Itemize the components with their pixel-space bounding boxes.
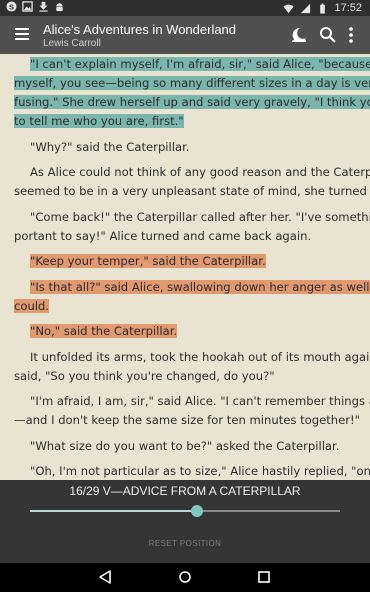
system-nav-bar bbox=[0, 563, 370, 592]
text-line: It unfolded its arms, took the hookah ou… bbox=[30, 349, 370, 364]
text-line: "No," said the Caterpillar. bbox=[30, 324, 178, 338]
text-line: portant to say!" Alice turned and came b… bbox=[14, 228, 312, 243]
text-line: seemed to be in a very unpleasant state … bbox=[14, 184, 370, 198]
system-icons: 17:52 bbox=[283, 1, 362, 15]
book-author: Lewis Carroll bbox=[43, 38, 101, 49]
paragraph: "Come back!" the Caterpillar called afte… bbox=[14, 208, 370, 246]
navigation-panel: 16/29 V—ADVICE FROM A CATERPILLAR RESET … bbox=[0, 480, 370, 563]
text-line: "Is that all?" said Alice, swallowing do… bbox=[14, 278, 370, 297]
chapter-indicator: 16/29 V—ADVICE FROM A CATERPILLAR bbox=[69, 484, 301, 498]
svg-text:S: S bbox=[9, 2, 14, 11]
text-line: "I can't explain myself, I'm afraid, sir… bbox=[14, 55, 370, 74]
battery-icon bbox=[320, 3, 326, 14]
paragraph: "Is that all?" said Alice, swallowing do… bbox=[14, 278, 370, 316]
paragraph: "I'm afraid, I am, sir," said Alice. "I … bbox=[14, 392, 370, 430]
paragraph: "Keep your temper," said the Caterpillar… bbox=[14, 252, 356, 271]
android-icon bbox=[56, 3, 63, 12]
overflow-menu-icon[interactable] bbox=[341, 25, 361, 45]
reset-position-button[interactable]: RESET POSITION bbox=[0, 539, 370, 548]
text-line: myself, you see—being so many different … bbox=[14, 74, 370, 93]
notification-icons: S bbox=[6, 1, 65, 12]
text-line: —and I don't keep the same size for ten … bbox=[14, 413, 361, 427]
back-icon[interactable] bbox=[97, 569, 113, 585]
paragraph: It unfolded its arms, took the hookah ou… bbox=[14, 348, 370, 386]
skype-icon: S bbox=[6, 1, 17, 12]
paragraph: "Why?" said the Caterpillar. bbox=[14, 138, 356, 157]
signal-icon bbox=[301, 3, 311, 13]
image-icon bbox=[22, 1, 33, 12]
night-mode-icon[interactable] bbox=[289, 25, 309, 45]
wifi-icon bbox=[283, 4, 295, 13]
text-line: said, "So you think you're changed, do y… bbox=[14, 368, 275, 383]
text-line: fusing." She drew herself up and said ve… bbox=[14, 93, 370, 112]
recents-icon[interactable] bbox=[256, 569, 272, 585]
text-line: "Keep your temper," said the Caterpillar… bbox=[30, 254, 266, 268]
paragraph: "I can't explain myself, I'm afraid, sir… bbox=[14, 55, 370, 131]
download-icon bbox=[39, 1, 48, 12]
text-line: "Oh, I'm not particular as to size," Ali… bbox=[30, 464, 370, 478]
book-page[interactable]: "I can't explain myself, I'm afraid, sir… bbox=[0, 54, 370, 480]
paragraph: "Oh, I'm not particular as to size," Ali… bbox=[14, 462, 370, 480]
search-icon[interactable] bbox=[318, 25, 338, 45]
clock: 17:52 bbox=[334, 2, 362, 14]
paragraph: "What size do you want to be?" asked the… bbox=[14, 437, 356, 456]
text-line: could. bbox=[14, 298, 50, 313]
text-line: As Alice could not think of any good rea… bbox=[30, 165, 370, 179]
status-bar: S 17:52 bbox=[0, 0, 370, 16]
app-bar: Alice's Adventures in Wonderland Lewis C… bbox=[0, 16, 370, 54]
paragraph: "No," said the Caterpillar. bbox=[14, 322, 356, 341]
text-line: to tell me who you are, first." bbox=[14, 114, 184, 128]
book-title: Alice's Adventures in Wonderland bbox=[43, 22, 237, 37]
paragraph: As Alice could not think of any good rea… bbox=[14, 163, 370, 201]
text-line: "What size do you want to be?" asked the… bbox=[30, 438, 340, 453]
slider-thumb[interactable] bbox=[191, 505, 204, 517]
progress-slider[interactable] bbox=[30, 505, 340, 517]
menu-icon[interactable] bbox=[11, 25, 33, 45]
text-line: "I'm afraid, I am, sir," said Alice. "I … bbox=[30, 394, 370, 408]
text-line: "Why?" said the Caterpillar. bbox=[30, 139, 190, 154]
text-line: "Come back!" the Caterpillar called afte… bbox=[30, 209, 370, 224]
progress-fill bbox=[30, 510, 198, 512]
home-icon[interactable] bbox=[177, 569, 193, 585]
